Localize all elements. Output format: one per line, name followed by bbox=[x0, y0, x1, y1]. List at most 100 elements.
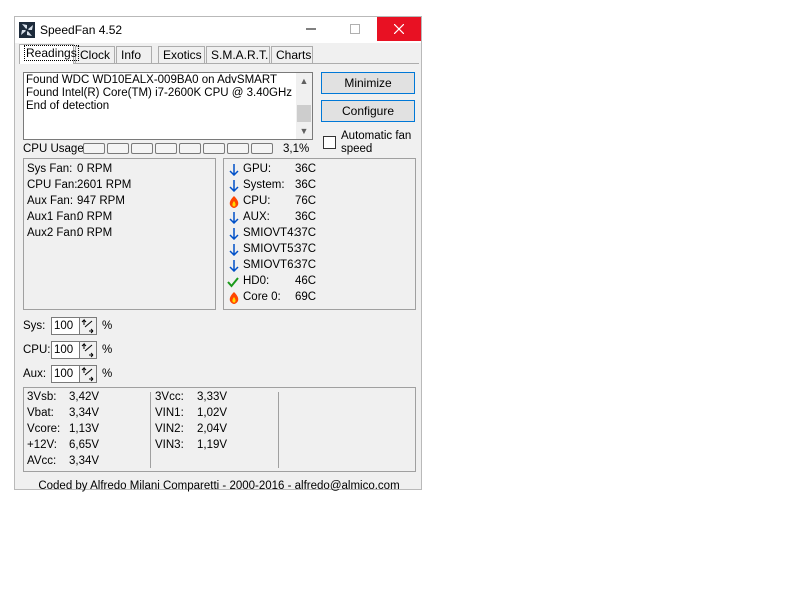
temp-name: AUX: bbox=[243, 211, 270, 223]
cpu-usage-segment bbox=[203, 143, 225, 154]
fan-name: CPU Fan: bbox=[27, 179, 78, 191]
spinner-value: 100 bbox=[54, 320, 74, 332]
tab-clock[interactable]: Clock bbox=[75, 46, 115, 63]
title-bar[interactable]: SpeedFan 4.52 bbox=[15, 17, 421, 43]
flame-icon bbox=[229, 292, 239, 304]
fan-value: 0 RPM bbox=[77, 163, 113, 175]
voltage-value: 1,13V bbox=[69, 423, 100, 435]
temp-name: System: bbox=[243, 179, 285, 191]
tab-label: Readings bbox=[24, 45, 79, 61]
voltage-value: 2,04V bbox=[197, 423, 228, 435]
log-line: Found WDC WD10EALX-009BA0 on AdvSMART bbox=[26, 74, 277, 86]
temp-name: GPU: bbox=[243, 163, 272, 175]
temp-value: 46C bbox=[295, 275, 317, 287]
voltage-value: 1,19V bbox=[197, 439, 228, 451]
sys-speed-spinner[interactable]: 100 bbox=[51, 317, 97, 335]
temp-name: CPU: bbox=[243, 195, 271, 207]
arrow-down-icon bbox=[229, 164, 239, 176]
aux-speed-label: Aux: bbox=[23, 368, 47, 380]
tab-label: Info bbox=[121, 48, 142, 62]
tab-label: Exotics bbox=[163, 48, 202, 62]
voltage-name: 3Vsb: bbox=[27, 391, 57, 403]
cpu-usage-segment bbox=[131, 143, 153, 154]
cpu-speed-spinner[interactable]: 100 bbox=[51, 341, 97, 359]
credits-text: Coded by Alfredo Milani Comparetti - 200… bbox=[38, 480, 400, 492]
flame-icon bbox=[229, 196, 239, 208]
voltage-value: 3,34V bbox=[69, 455, 100, 467]
voltage-name: VIN2: bbox=[155, 423, 184, 435]
spinner-arrows-icon[interactable] bbox=[79, 366, 96, 382]
arrow-down-icon bbox=[229, 228, 239, 240]
configure-button[interactable]: Configure bbox=[321, 100, 415, 122]
checkmark-icon bbox=[227, 277, 239, 288]
voltages-box: 3Vsb: 3,42V Vbat: 3,34V Vcore: 1,13V +12… bbox=[23, 387, 416, 472]
temp-value: 37C bbox=[295, 259, 317, 271]
fan-value: 0 RPM bbox=[77, 227, 113, 239]
cpu-usage-segment bbox=[179, 143, 201, 154]
percent-unit: % bbox=[102, 344, 113, 356]
voltage-name: VIN1: bbox=[155, 407, 184, 419]
fan-value: 0 RPM bbox=[77, 211, 113, 223]
tab-smart[interactable]: S.M.A.R.T. bbox=[206, 46, 270, 63]
log-scrollbar[interactable]: ▲ ▼ bbox=[296, 73, 312, 139]
percent-unit: % bbox=[102, 320, 113, 332]
tab-label: S.M.A.R.T. bbox=[211, 48, 269, 62]
cpu-usage-value: 3,1% bbox=[283, 143, 310, 155]
sys-speed-label: Sys: bbox=[23, 320, 46, 332]
voltage-name: Vbat: bbox=[27, 407, 54, 419]
temp-value: 36C bbox=[295, 179, 317, 191]
voltage-value: 3,33V bbox=[197, 391, 228, 403]
minimize-icon bbox=[306, 28, 316, 30]
voltage-name: AVcc: bbox=[27, 455, 57, 467]
arrow-down-icon bbox=[229, 260, 239, 272]
temp-value: 37C bbox=[295, 227, 317, 239]
detection-log[interactable]: Found WDC WD10EALX-009BA0 on AdvSMART Fo… bbox=[23, 72, 313, 140]
cpu-usage-segment bbox=[251, 143, 273, 154]
temperatures-box: GPU: 36C System: 36C CPU: 76C AUX: 36C S… bbox=[223, 158, 416, 310]
fan-value: 947 RPM bbox=[77, 195, 125, 207]
temp-name: SMIOVT6: bbox=[243, 259, 297, 271]
temp-value: 36C bbox=[295, 211, 317, 223]
temp-value: 37C bbox=[295, 243, 317, 255]
voltage-name: 3Vcc: bbox=[155, 391, 184, 403]
automatic-fan-speed-label: Automatic fan speed bbox=[341, 130, 412, 155]
maximize-icon bbox=[350, 24, 360, 34]
temp-name: HD0: bbox=[243, 275, 270, 287]
readings-panel: Found WDC WD10EALX-009BA0 on AdvSMART Fo… bbox=[19, 63, 419, 492]
tab-label: Clock bbox=[80, 48, 111, 62]
fan-name: Sys Fan: bbox=[27, 163, 73, 175]
cpu-usage-label: CPU Usage bbox=[23, 143, 84, 155]
temp-name: Core 0: bbox=[243, 291, 281, 303]
cpu-usage-segment bbox=[155, 143, 177, 154]
scroll-up-icon[interactable]: ▲ bbox=[296, 73, 312, 89]
fan-speeds-box: Sys Fan: 0 RPM CPU Fan: 2601 RPM Aux Fan… bbox=[23, 158, 216, 310]
aux-speed-spinner[interactable]: 100 bbox=[51, 365, 97, 383]
tab-info[interactable]: Info bbox=[116, 46, 152, 63]
voltage-value: 1,02V bbox=[197, 407, 228, 419]
close-window-button[interactable] bbox=[377, 17, 421, 41]
maximize-window-button[interactable] bbox=[333, 17, 377, 41]
fan-name: Aux Fan: bbox=[27, 195, 74, 207]
tab-charts[interactable]: Charts bbox=[271, 46, 313, 63]
temp-name: SMIOVT5: bbox=[243, 243, 297, 255]
spinner-arrows-icon[interactable] bbox=[79, 342, 96, 358]
spinner-value: 100 bbox=[54, 368, 74, 380]
window-title: SpeedFan 4.52 bbox=[40, 23, 123, 37]
automatic-fan-speed-checkbox[interactable] bbox=[323, 136, 336, 149]
minimize-window-button[interactable] bbox=[289, 17, 333, 41]
fan-name: Aux1 Fan: bbox=[27, 211, 80, 223]
scroll-down-icon[interactable]: ▼ bbox=[296, 123, 312, 139]
log-line: End of detection bbox=[26, 100, 110, 112]
minimize-button[interactable]: Minimize bbox=[321, 72, 415, 94]
tab-exotics[interactable]: Exotics bbox=[158, 46, 205, 63]
temp-value: 76C bbox=[295, 195, 317, 207]
fan-value: 2601 RPM bbox=[77, 179, 132, 191]
cpu-usage-segment bbox=[107, 143, 129, 154]
arrow-down-icon bbox=[229, 244, 239, 256]
tab-readings[interactable]: Readings bbox=[19, 44, 79, 64]
arrow-down-icon bbox=[229, 180, 239, 192]
cpu-usage-segment bbox=[83, 143, 105, 154]
scroll-thumb[interactable] bbox=[297, 105, 311, 122]
speedfan-app-icon bbox=[19, 22, 35, 38]
spinner-arrows-icon[interactable] bbox=[79, 318, 96, 334]
